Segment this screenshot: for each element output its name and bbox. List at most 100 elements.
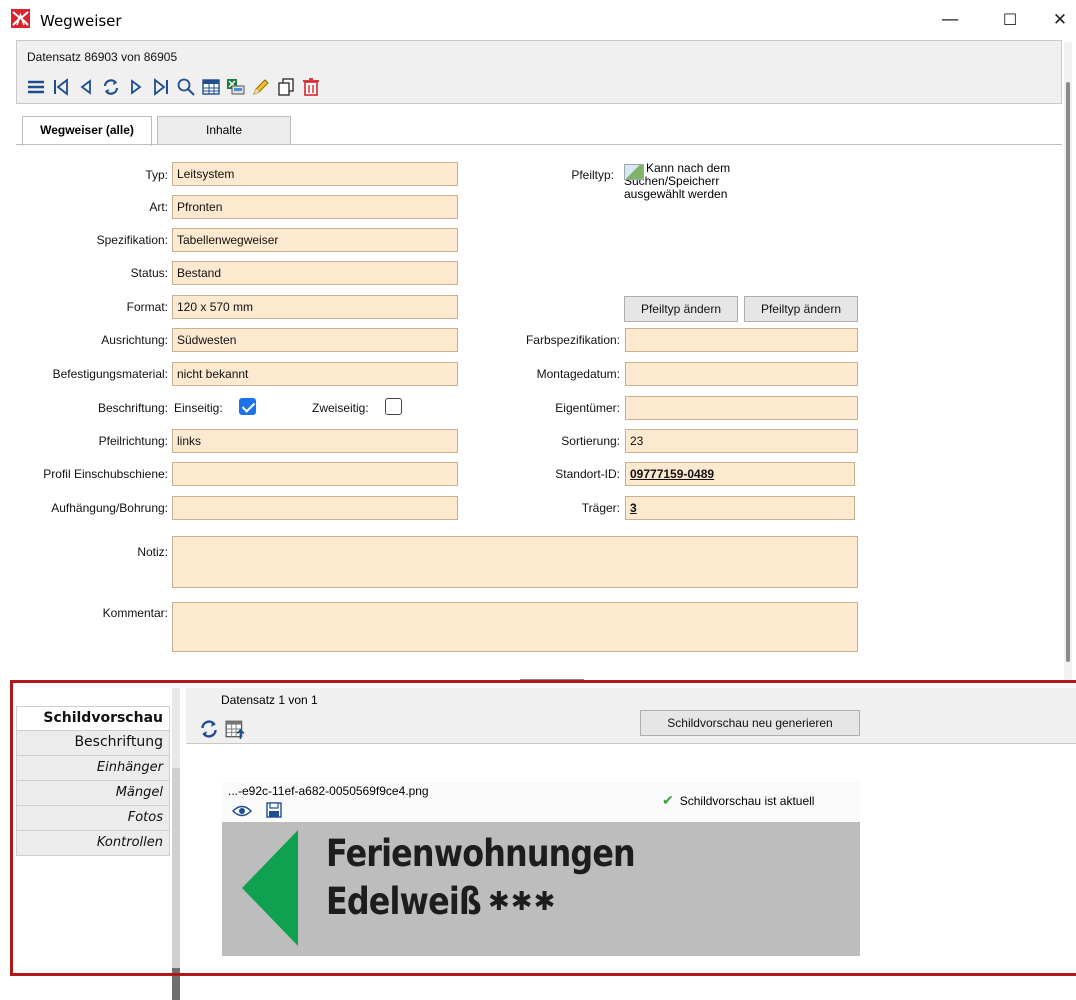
format-field[interactable]: 120 x 570 mm: [172, 295, 458, 319]
profil-einschubschiene-field[interactable]: [172, 462, 458, 486]
previous-record-icon[interactable]: [74, 75, 98, 99]
beschriftung-label: Beschriftung:: [97, 401, 168, 415]
preview-status-text: Schildvorschau ist aktuell: [679, 794, 815, 808]
title-bar: Wegweiser — ☐ ✕: [0, 0, 1076, 40]
search-icon[interactable]: [174, 75, 198, 99]
vertical-splitter-track: [172, 768, 180, 978]
sub-record-navigator: Datensatz 1 von 1 Schildvorschau neu gen…: [186, 688, 1076, 744]
farbspezifikation-label: Farbspezifikation:: [525, 333, 620, 347]
tab-beschriftung[interactable]: Beschriftung: [16, 731, 170, 756]
last-record-icon[interactable]: [149, 75, 173, 99]
kommentar-field[interactable]: [172, 602, 858, 652]
delete-icon[interactable]: [299, 75, 323, 99]
window-title: Wegweiser: [40, 12, 122, 30]
spezifikation-field[interactable]: Tabellenwegweiser: [172, 228, 458, 252]
montagedatum-field[interactable]: [625, 362, 858, 386]
app-logo-icon: [11, 9, 30, 28]
typ-label: Typ:: [145, 168, 168, 182]
eye-icon[interactable]: [232, 804, 252, 818]
zweiseitig-checkbox[interactable]: [385, 398, 402, 415]
splitter-grip[interactable]: [520, 679, 584, 683]
vertical-splitter-thumb[interactable]: [172, 968, 180, 1000]
notiz-label: Notiz:: [137, 545, 168, 559]
preview-status: ✔ Schildvorschau ist aktuell: [662, 792, 814, 809]
menu-icon[interactable]: [24, 75, 48, 99]
pfeiltyp-aendern-button-2[interactable]: Pfeiltyp ändern: [744, 296, 858, 322]
art-label: Art:: [149, 200, 168, 214]
first-record-icon[interactable]: [49, 75, 73, 99]
sign-stars: ✱✱✱: [488, 886, 557, 916]
vertical-splitter[interactable]: [172, 688, 180, 1000]
sign-text-line2: Edelweiß: [326, 880, 482, 923]
sortierung-field[interactable]: 23: [625, 429, 858, 453]
spezifikation-label: Spezifikation:: [96, 233, 168, 247]
preview-file-name: ...-e92c-11ef-a682-0050569f9ce4.png: [228, 784, 429, 798]
farbspezifikation-field[interactable]: [625, 328, 858, 352]
kommentar-label: Kommentar:: [102, 606, 168, 620]
notiz-field[interactable]: [172, 536, 858, 588]
einseitig-checkbox[interactable]: [239, 398, 256, 415]
sign-text-line1: Ferienwohnungen: [326, 832, 636, 875]
table-view-icon[interactable]: [199, 75, 223, 99]
refresh-icon[interactable]: [198, 718, 220, 740]
eigentuemer-field[interactable]: [625, 396, 858, 420]
status-field[interactable]: Bestand: [172, 261, 458, 285]
ausrichtung-field[interactable]: Südwesten: [172, 328, 458, 352]
befestigungsmaterial-field[interactable]: nicht bekannt: [172, 362, 458, 386]
status-label: Status:: [130, 266, 168, 280]
pfeiltyp-label: Pfeiltyp:: [571, 168, 614, 182]
tab-schildvorschau[interactable]: Schildvorschau: [16, 706, 170, 731]
next-record-icon[interactable]: [124, 75, 148, 99]
record-navigator: Datensatz 86903 von 86905: [16, 40, 1062, 104]
sub-record-counter: Datensatz 1 von 1: [221, 693, 318, 707]
eigentuemer-label: Eigentümer:: [555, 401, 620, 415]
tab-einhaenger[interactable]: Einhänger: [16, 756, 170, 781]
refresh-icon[interactable]: [99, 75, 123, 99]
montagedatum-label: Montagedatum:: [536, 367, 620, 381]
tab-kontrollen[interactable]: Kontrollen: [16, 831, 170, 856]
format-label: Format:: [126, 300, 168, 314]
tab-maengel[interactable]: Mängel: [16, 781, 170, 806]
art-field[interactable]: Pfronten: [172, 195, 458, 219]
einseitig-label: Einseitig:: [174, 401, 223, 415]
traeger-link[interactable]: 3: [625, 496, 855, 520]
tab-inhalte[interactable]: Inhalte: [157, 116, 291, 144]
traeger-label: Träger:: [581, 501, 620, 515]
tab-divider: [16, 144, 1062, 145]
sign-preview: ...-e92c-11ef-a682-0050569f9ce4.png ✔ Sch…: [222, 782, 860, 956]
sign-image: Ferienwohnungen Edelweiß ✱✱✱: [222, 822, 860, 956]
pfeiltyp-image: Kann nach dem Suchen/Speicherr ausgewähl…: [624, 162, 754, 201]
typ-field[interactable]: Leitsystem: [172, 162, 458, 186]
zweiseitig-label: Zweiseitig:: [312, 401, 369, 415]
close-button[interactable]: ✕: [1040, 6, 1076, 34]
ausrichtung-label: Ausrichtung:: [101, 333, 168, 347]
toolbar: [24, 75, 324, 99]
aufhaengung-field[interactable]: [172, 496, 458, 520]
excel-export-icon[interactable]: [224, 75, 248, 99]
scrollbar-thumb[interactable]: [1066, 82, 1070, 662]
sortierung-label: Sortierung:: [561, 434, 620, 448]
record-counter: Datensatz 86903 von 86905: [27, 50, 178, 64]
main-scrollbar[interactable]: [1064, 42, 1072, 682]
profil-einschubschiene-label: Profil Einschubschiene:: [43, 467, 168, 481]
aufhaengung-label: Aufhängung/Bohrung:: [51, 501, 168, 515]
pfeiltyp-aendern-button-1[interactable]: Pfeiltyp ändern: [624, 296, 738, 322]
table-upload-icon[interactable]: [224, 718, 246, 740]
horizontal-splitter[interactable]: [0, 676, 1076, 686]
standort-id-link[interactable]: 09777159-0489: [625, 462, 855, 486]
minimize-button[interactable]: —: [930, 6, 970, 34]
regenerate-preview-button[interactable]: Schildvorschau neu generieren: [640, 710, 860, 736]
edit-pencil-icon[interactable]: [249, 75, 273, 99]
broken-image-icon: [624, 164, 644, 180]
pfeilrichtung-label: Pfeilrichtung:: [98, 434, 168, 448]
tab-wegweiser-alle[interactable]: Wegweiser (alle): [22, 116, 152, 146]
maximize-button[interactable]: ☐: [990, 6, 1030, 34]
befestigungsmaterial-label: Befestigungsmaterial:: [52, 367, 168, 381]
pfeilrichtung-field[interactable]: links: [172, 429, 458, 453]
copy-icon[interactable]: [274, 75, 298, 99]
sign-arrow: [242, 830, 298, 946]
tab-fotos[interactable]: Fotos: [16, 806, 170, 831]
standort-id-label: Standort-ID:: [555, 467, 620, 481]
save-icon[interactable]: [266, 802, 282, 818]
detail-tabs: Schildvorschau Beschriftung Einhänger Mä…: [16, 706, 170, 856]
